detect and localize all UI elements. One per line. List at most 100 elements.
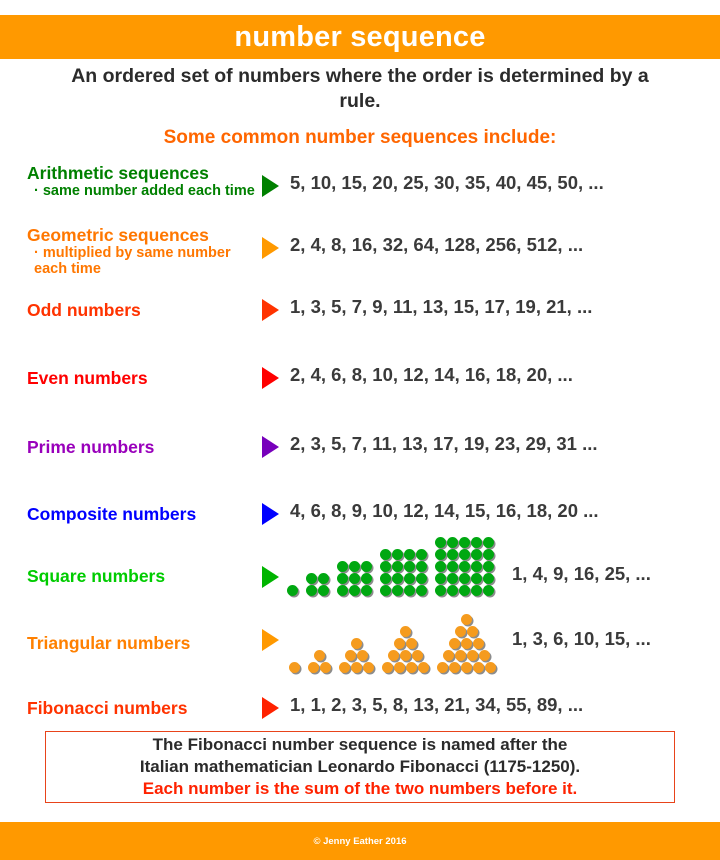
- info-line-3: Each number is the sum of the two number…: [142, 779, 578, 798]
- dot: [305, 584, 317, 596]
- dot-row: [336, 584, 372, 596]
- dot-row: [307, 661, 331, 673]
- dot: [460, 661, 472, 673]
- dot: [470, 536, 482, 548]
- sequence-values: 2, 3, 5, 7, 11, 13, 17, 19, 23, 29, 31 .…: [290, 433, 598, 454]
- dot: [356, 649, 368, 661]
- dot: [336, 560, 348, 572]
- dot: [391, 548, 403, 560]
- info-line-1: The Fibonacci number sequence is named a…: [152, 735, 568, 754]
- bullet-arrow-icon: [262, 436, 279, 458]
- dot: [348, 572, 360, 584]
- dot: [379, 548, 391, 560]
- dot: [288, 661, 300, 673]
- dot-group: [288, 661, 300, 673]
- sequence-values: 4, 6, 8, 9, 10, 12, 14, 15, 16, 18, 20 .…: [290, 500, 599, 521]
- dot: [403, 572, 415, 584]
- dot: [466, 625, 478, 637]
- dot: [417, 661, 429, 673]
- footer-bar: © Jenny Eather 2016: [0, 822, 720, 860]
- dot-row: [454, 625, 478, 637]
- dot: [454, 649, 466, 661]
- row-label: Composite numbers: [27, 504, 197, 524]
- dot: [393, 661, 405, 673]
- dot-group: [436, 613, 496, 673]
- dot-row: [460, 613, 472, 625]
- dot-group: [305, 572, 329, 596]
- dot-row: [336, 572, 372, 584]
- sequence-values: 2, 4, 6, 8, 10, 12, 14, 16, 18, 20, ...: [290, 364, 573, 385]
- row-label: Prime numbers: [27, 437, 155, 457]
- dot: [446, 548, 458, 560]
- row-label: Square numbers: [27, 566, 166, 586]
- dot: [460, 613, 472, 625]
- row-sublabel: · same number added each time: [34, 183, 255, 199]
- dot: [415, 584, 427, 596]
- dot-group: [307, 649, 331, 673]
- dot-row: [350, 637, 362, 649]
- dot: [458, 548, 470, 560]
- info-line-2: Italian mathematician Leonardo Fibonacci…: [139, 757, 581, 776]
- dot: [458, 572, 470, 584]
- dot: [415, 560, 427, 572]
- bullet-arrow-icon: [262, 175, 279, 197]
- bullet-arrow-icon: [262, 367, 279, 389]
- dot-row: [344, 649, 368, 661]
- dot: [405, 661, 417, 673]
- header-bar: number sequence: [0, 15, 720, 59]
- dot: [442, 649, 454, 661]
- dot-row: [434, 536, 494, 548]
- dot-row: [393, 637, 417, 649]
- dot: [360, 560, 372, 572]
- sequence-values: 1, 3, 6, 10, 15, ...: [512, 628, 651, 649]
- dot: [399, 649, 411, 661]
- dot: [458, 560, 470, 572]
- bullet-arrow-icon: [262, 299, 279, 321]
- dot: [478, 649, 490, 661]
- row-label: Triangular numbers: [27, 633, 191, 653]
- dot: [482, 584, 494, 596]
- dot-row: [338, 661, 374, 673]
- dot-group: [381, 625, 429, 673]
- dot: [317, 572, 329, 584]
- dot: [446, 536, 458, 548]
- dot: [405, 637, 417, 649]
- dot-row: [305, 584, 329, 596]
- dot: [434, 536, 446, 548]
- row-label: Even numbers: [27, 368, 148, 388]
- dot: [470, 584, 482, 596]
- dot: [391, 560, 403, 572]
- dot: [470, 560, 482, 572]
- dot: [415, 548, 427, 560]
- definition-text: An ordered set of numbers where the orde…: [71, 65, 649, 112]
- dot: [319, 661, 331, 673]
- dot: [348, 560, 360, 572]
- dot: [391, 572, 403, 584]
- dot: [360, 584, 372, 596]
- dot: [482, 572, 494, 584]
- dot: [466, 649, 478, 661]
- dot: [307, 661, 319, 673]
- dot: [470, 548, 482, 560]
- dot-row: [379, 548, 427, 560]
- dot: [482, 560, 494, 572]
- dot: [415, 572, 427, 584]
- bullet-arrow-icon: [262, 629, 279, 651]
- dot: [399, 625, 411, 637]
- dot-row: [379, 572, 427, 584]
- dot: [454, 625, 466, 637]
- fibonacci-info-box: The Fibonacci number sequence is named a…: [45, 731, 675, 803]
- dot: [379, 572, 391, 584]
- dot: [336, 572, 348, 584]
- dot-row: [387, 649, 423, 661]
- dot: [458, 584, 470, 596]
- sequence-values: 2, 4, 8, 16, 32, 64, 128, 256, 512, ...: [290, 234, 584, 255]
- dot: [460, 637, 472, 649]
- bullet-arrow-icon: [262, 237, 279, 259]
- dot: [360, 572, 372, 584]
- dot: [362, 661, 374, 673]
- dot: [446, 572, 458, 584]
- dot: [436, 661, 448, 673]
- dot: [393, 637, 405, 649]
- dot-row: [313, 649, 325, 661]
